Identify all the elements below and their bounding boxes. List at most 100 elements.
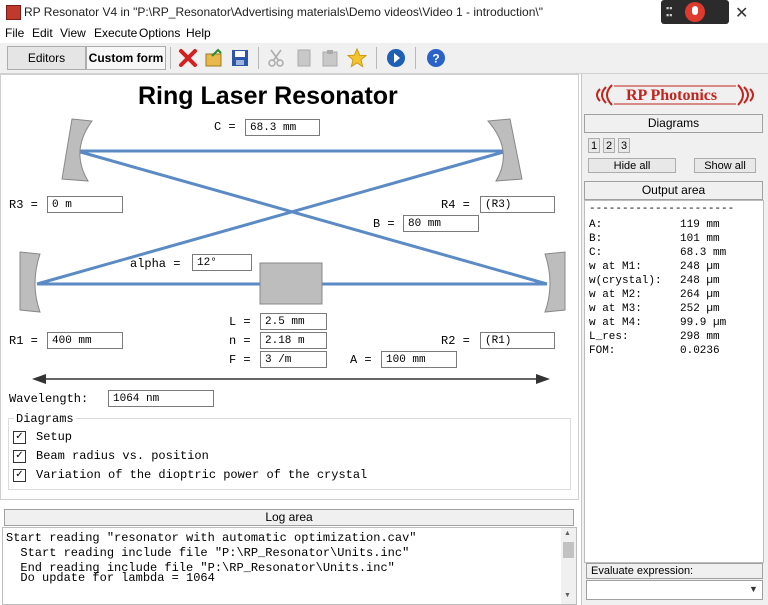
title-bar: RP Resonator V4 in "P:\RP_Resonator\Adve… bbox=[0, 0, 768, 24]
setup-checkbox[interactable]: ✓ bbox=[13, 431, 26, 444]
output-value-w-m3: 252 µm bbox=[680, 303, 720, 315]
open-file-icon[interactable] bbox=[204, 48, 224, 68]
a-input[interactable]: 100 mm bbox=[381, 351, 457, 368]
scroll-down-icon[interactable]: ▼ bbox=[564, 592, 571, 599]
a-label: A = bbox=[350, 353, 372, 367]
diagram-2-button[interactable]: 2 bbox=[603, 138, 615, 153]
r1-label: R1 = bbox=[9, 334, 38, 348]
paste-icon[interactable] bbox=[320, 48, 340, 68]
toolbar-separator bbox=[170, 47, 171, 69]
output-area-header: Output area bbox=[584, 181, 763, 200]
output-key-w-m2: w at M2: bbox=[589, 289, 642, 301]
alpha-input[interactable]: 12° bbox=[192, 254, 252, 271]
log-scrollbar[interactable]: ▲ ▼ bbox=[561, 528, 576, 604]
c-input[interactable]: 68.3 mm bbox=[245, 119, 320, 136]
menu-help[interactable]: Help bbox=[186, 26, 211, 40]
menu-edit[interactable]: Edit bbox=[32, 26, 53, 40]
f-input[interactable]: 3 /m bbox=[260, 351, 327, 368]
dioptric-power-checkbox[interactable]: ✓ bbox=[13, 469, 26, 482]
copy-icon[interactable] bbox=[294, 48, 314, 68]
output-area: ---------------------- A: 119 mm B: 101 … bbox=[584, 200, 764, 563]
arrow-head-right bbox=[536, 374, 550, 384]
crystal bbox=[259, 262, 323, 305]
diagrams-group-title: Diagrams bbox=[14, 412, 76, 426]
output-key-a: A: bbox=[589, 219, 603, 231]
output-value-w-m2: 264 µm bbox=[680, 289, 720, 301]
star-icon[interactable] bbox=[347, 48, 367, 68]
log-line: Start reading "resonator with automatic … bbox=[6, 531, 417, 545]
evaluate-expression-input[interactable]: ▼ bbox=[586, 580, 763, 600]
n-label: n = bbox=[229, 334, 251, 348]
close-file-icon[interactable] bbox=[178, 48, 198, 68]
toolbar: Editors Custom form ? bbox=[0, 43, 768, 74]
output-key-w-m3: w at M3: bbox=[589, 303, 642, 315]
output-value-w-crystal: 248 µm bbox=[680, 275, 720, 287]
custom-form-button[interactable]: Custom form bbox=[86, 46, 166, 70]
output-key-w-m1: w at M1: bbox=[589, 261, 642, 273]
evaluate-expression-label: Evaluate expression: bbox=[586, 563, 763, 579]
scroll-up-icon[interactable]: ▲ bbox=[564, 530, 571, 537]
close-icon[interactable]: ✕ bbox=[735, 3, 748, 23]
output-key-w-crystal: w(crystal): bbox=[589, 275, 662, 287]
grid-icon[interactable]: ▪▪ ▪▪ bbox=[666, 4, 676, 20]
output-value-fom: 0.0236 bbox=[680, 345, 720, 357]
wavelength-label: Wavelength: bbox=[9, 392, 89, 406]
log-area-header: Log area bbox=[4, 509, 574, 526]
b-input[interactable]: 80 mm bbox=[403, 215, 479, 232]
beam-radius-label: Beam radius vs. position bbox=[36, 449, 209, 463]
r2-input[interactable]: (R1) bbox=[480, 332, 555, 349]
menu-execute[interactable]: Execute bbox=[94, 26, 137, 40]
menu-bar: File Edit View Execute Options Help bbox=[0, 25, 768, 43]
app-icon bbox=[6, 5, 21, 20]
output-value-b: 101 mm bbox=[680, 233, 720, 245]
diagrams-header: Diagrams bbox=[584, 114, 763, 133]
logo-text: RP Photonics bbox=[626, 87, 718, 104]
r1-input[interactable]: 400 mm bbox=[47, 332, 123, 349]
mirror-m1 bbox=[19, 251, 41, 313]
output-key-c: C: bbox=[589, 247, 603, 259]
beam-radius-checkbox[interactable]: ✓ bbox=[13, 450, 26, 463]
help-icon[interactable]: ? bbox=[426, 48, 446, 68]
chevron-down-icon[interactable]: ▼ bbox=[749, 584, 758, 594]
diagram-1-button[interactable]: 1 bbox=[588, 138, 600, 153]
menu-view[interactable]: View bbox=[60, 26, 86, 40]
scrollbar-thumb[interactable] bbox=[563, 542, 574, 558]
window-title: RP Resonator V4 in "P:\RP_Resonator\Adve… bbox=[24, 5, 543, 19]
menu-options[interactable]: Options bbox=[139, 26, 180, 40]
hide-all-button[interactable]: Hide all bbox=[588, 158, 676, 173]
arrow-head-left bbox=[32, 374, 46, 384]
output-key-b: B: bbox=[589, 233, 603, 245]
run-icon[interactable] bbox=[386, 48, 406, 68]
save-icon[interactable] bbox=[230, 48, 250, 68]
c-label: C = bbox=[214, 120, 236, 134]
wavelength-input[interactable]: 1064 nm bbox=[108, 390, 214, 407]
output-rule: ---------------------- bbox=[589, 203, 735, 215]
output-value-w-m4: 99.9 µm bbox=[680, 317, 727, 329]
diagram-3-button[interactable]: 3 bbox=[618, 138, 630, 153]
r3-label: R3 = bbox=[9, 198, 38, 212]
n-input[interactable]: 2.18 m bbox=[260, 332, 327, 349]
r4-input[interactable]: (R3) bbox=[480, 196, 555, 213]
r3-input[interactable]: 0 m bbox=[47, 196, 123, 213]
cut-icon[interactable] bbox=[266, 48, 286, 68]
output-value-c: 68.3 mm bbox=[680, 247, 727, 259]
editors-button[interactable]: Editors bbox=[7, 46, 86, 70]
b-label: B = bbox=[373, 217, 395, 231]
recorder-widget[interactable]: ▪▪ ▪▪ bbox=[661, 0, 729, 24]
show-all-button[interactable]: Show all bbox=[694, 158, 756, 173]
output-value-w-m1: 248 µm bbox=[680, 261, 720, 273]
r4-label: R4 = bbox=[441, 198, 470, 212]
toolbar-separator bbox=[258, 47, 259, 69]
menu-file[interactable]: File bbox=[5, 26, 24, 40]
microphone-icon[interactable] bbox=[685, 2, 705, 22]
toolbar-separator bbox=[376, 47, 377, 69]
log-line: Start reading include file "P:\RP_Resona… bbox=[6, 546, 410, 560]
output-value-a: 119 mm bbox=[680, 219, 720, 231]
f-label: F = bbox=[229, 353, 251, 367]
mirror-m2 bbox=[544, 251, 566, 313]
svg-text:?: ? bbox=[432, 52, 439, 66]
l-label: L = bbox=[229, 315, 251, 329]
l-input[interactable]: 2.5 mm bbox=[260, 313, 327, 330]
output-key-fom: FOM: bbox=[589, 345, 616, 357]
r2-label: R2 = bbox=[441, 334, 470, 348]
